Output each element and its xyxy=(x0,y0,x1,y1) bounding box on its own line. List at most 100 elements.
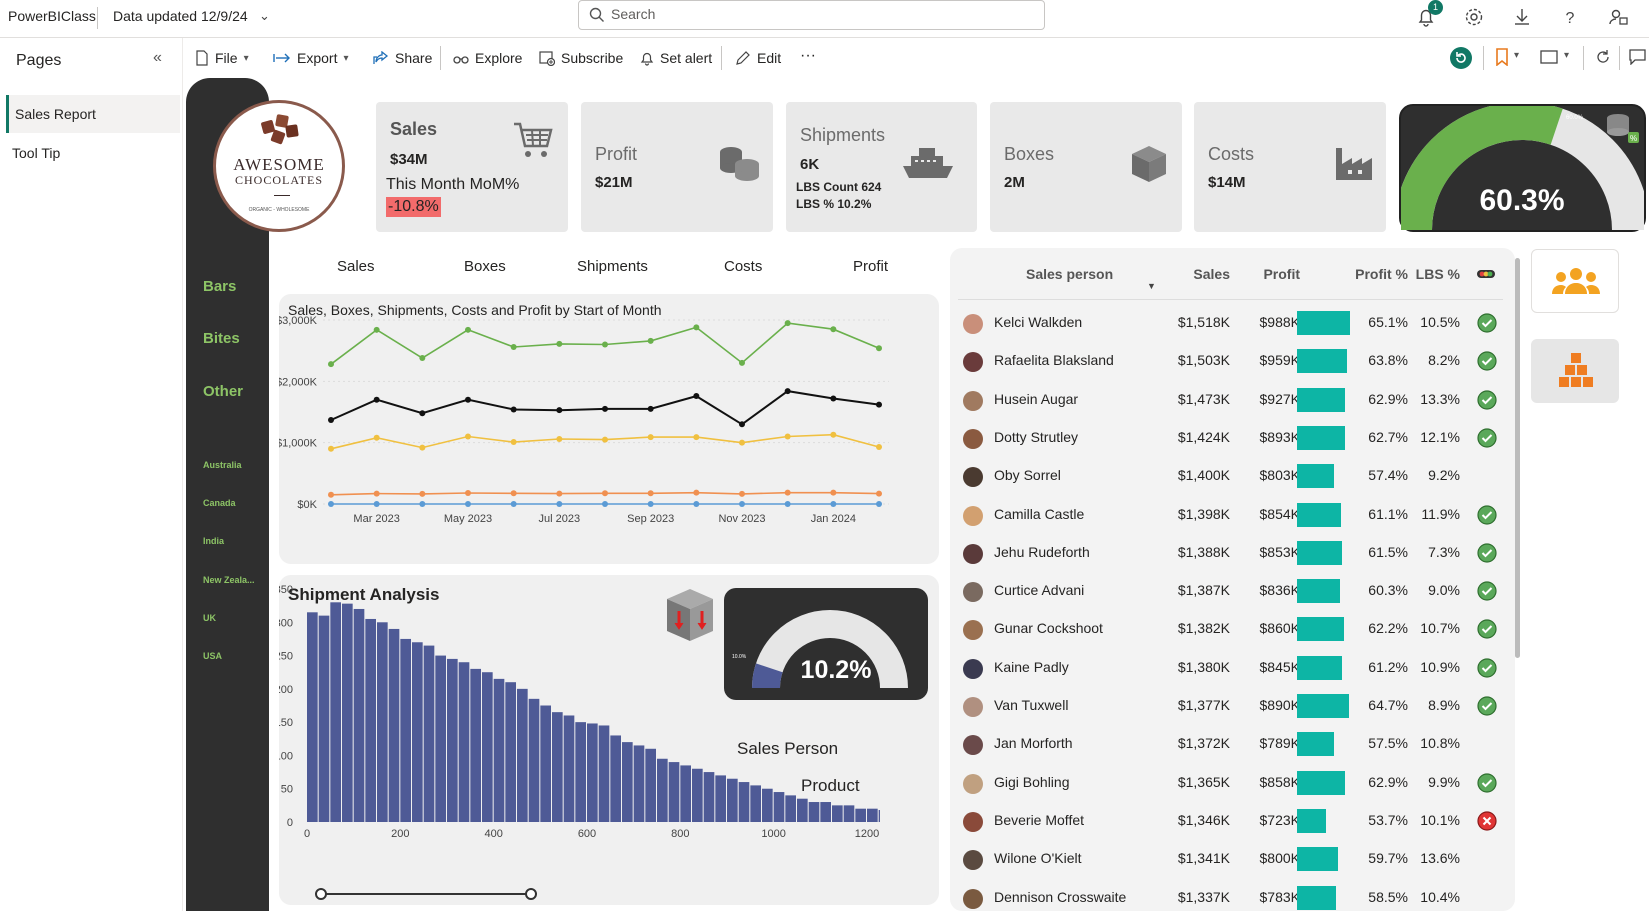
range-slider-handle-left[interactable] xyxy=(315,888,327,900)
data-point[interactable] xyxy=(876,501,882,507)
nav-link-other[interactable]: Other xyxy=(203,383,243,400)
histogram-bar[interactable] xyxy=(773,792,785,822)
data-point[interactable] xyxy=(784,433,791,440)
data-point[interactable] xyxy=(419,444,426,451)
histogram-bar[interactable] xyxy=(318,615,330,822)
page-item-sales-report[interactable]: Sales Report xyxy=(6,95,180,133)
kpi-card-sales[interactable]: Sales $34M This Month MoM% -10.8% xyxy=(376,102,568,232)
file-menu[interactable]: File ▾ xyxy=(195,50,249,66)
kpi-card-boxes[interactable]: Boxes 2M xyxy=(990,102,1182,232)
histogram-bar[interactable] xyxy=(307,612,318,822)
histogram-bar[interactable] xyxy=(633,745,645,822)
sales-person-view-button[interactable] xyxy=(1531,249,1619,313)
nav-country-new-zealand[interactable]: New Zeala... xyxy=(203,575,255,585)
data-point[interactable] xyxy=(876,490,882,497)
data-point[interactable] xyxy=(784,489,791,496)
histogram-bar[interactable] xyxy=(330,602,341,822)
tab-shipments[interactable]: Shipments xyxy=(577,258,648,275)
column-header-sales[interactable]: Sales xyxy=(1138,266,1230,282)
range-slider-handle-right[interactable] xyxy=(525,888,537,900)
histogram-bar[interactable] xyxy=(540,705,551,823)
data-point[interactable] xyxy=(419,410,426,417)
data-point[interactable] xyxy=(876,401,882,408)
data-point[interactable] xyxy=(510,343,517,350)
shipment-analysis-panel[interactable]: Shipment Analysis 0501001502002503003500… xyxy=(279,575,939,905)
histogram-bar[interactable] xyxy=(365,618,376,822)
column-header-profit-pct[interactable]: Profit % xyxy=(1330,266,1408,282)
data-point[interactable] xyxy=(602,501,608,507)
histogram-bar[interactable] xyxy=(587,723,598,822)
subscribe-button[interactable]: Subscribe xyxy=(539,50,623,66)
data-point[interactable] xyxy=(419,490,426,497)
table-row[interactable]: Jehu Rudeforth $1,388K $853K 61.5% 7.3% xyxy=(950,533,1515,571)
explore-button[interactable]: Explore xyxy=(453,50,522,66)
data-point[interactable] xyxy=(647,490,654,497)
histogram-bar[interactable] xyxy=(610,735,621,822)
data-point[interactable] xyxy=(830,431,837,438)
data-point[interactable] xyxy=(465,489,471,496)
histogram-bar[interactable] xyxy=(412,642,423,822)
sales-person-label[interactable]: Sales Person xyxy=(737,739,838,759)
data-point[interactable] xyxy=(465,326,471,333)
data-point[interactable] xyxy=(465,433,471,440)
data-point[interactable] xyxy=(556,490,563,497)
histogram-bar[interactable] xyxy=(342,603,353,822)
app-name[interactable]: PowerBIClass xyxy=(8,8,96,24)
table-row[interactable]: Kelci Walkden $1,518K $988K 65.1% 10.5% xyxy=(950,303,1515,341)
tab-profit[interactable]: Profit xyxy=(853,258,888,275)
table-scrollbar[interactable] xyxy=(1515,258,1520,658)
kpi-card-profit[interactable]: Profit $21M xyxy=(581,102,773,232)
table-row[interactable]: Beverie Moffet $1,346K $723K 53.7% 10.1% xyxy=(950,801,1515,839)
histogram-bar[interactable] xyxy=(598,725,610,822)
chevron-down-icon[interactable]: ⌄ xyxy=(259,8,270,24)
histogram-bar[interactable] xyxy=(785,795,796,822)
page-item-tool-tip[interactable]: Tool Tip xyxy=(6,134,180,172)
table-row[interactable]: Dennison Crosswaite $1,337K $783K 58.5% 10.4… xyxy=(950,878,1515,911)
data-point[interactable] xyxy=(830,395,837,402)
histogram-bar[interactable] xyxy=(575,722,586,822)
more-options-button[interactable]: ··· xyxy=(800,47,816,65)
data-point[interactable] xyxy=(373,490,380,497)
data-point[interactable] xyxy=(556,340,563,347)
table-row[interactable]: Rafaelita Blaksland $1,503K $959K 63.8% 8.2% xyxy=(950,341,1515,379)
histogram-bar[interactable] xyxy=(505,682,516,822)
comment-icon[interactable] xyxy=(1629,49,1646,65)
export-menu[interactable]: Export ▾ xyxy=(273,50,349,66)
kpi-card-costs[interactable]: Costs $14M xyxy=(1194,102,1386,232)
table-row[interactable]: Van Tuxwell $1,377K $890K 64.7% 8.9% xyxy=(950,686,1515,724)
range-slider-track[interactable] xyxy=(321,893,531,895)
histogram-bar[interactable] xyxy=(715,775,726,822)
profit-margin-gauge-card[interactable]: 60.0% 60.3% % xyxy=(1394,102,1649,232)
nav-country-india[interactable]: India xyxy=(203,536,224,546)
chevron-down-icon[interactable]: ▾ xyxy=(1564,50,1569,61)
histogram-bar[interactable] xyxy=(738,782,750,822)
bookmark-icon[interactable] xyxy=(1495,48,1509,66)
nav-country-australia[interactable]: Australia xyxy=(203,460,242,470)
column-header-sales-person[interactable]: Sales person xyxy=(1026,266,1113,282)
help-icon[interactable]: ? xyxy=(1558,5,1582,29)
data-point[interactable] xyxy=(556,407,563,414)
data-point[interactable] xyxy=(373,326,380,333)
histogram-bar[interactable] xyxy=(552,712,563,822)
data-point[interactable] xyxy=(830,326,837,333)
histogram-bar[interactable] xyxy=(657,758,668,822)
data-point[interactable] xyxy=(373,434,380,441)
histogram-bar[interactable] xyxy=(762,788,773,822)
histogram-bar[interactable] xyxy=(867,808,878,822)
table-row[interactable]: Gigi Bohling $1,365K $858K 62.9% 9.9% xyxy=(950,763,1515,801)
data-point[interactable] xyxy=(510,490,517,497)
histogram-bar[interactable] xyxy=(692,768,703,822)
data-point[interactable] xyxy=(830,501,837,507)
nav-country-canada[interactable]: Canada xyxy=(203,498,236,508)
nav-country-uk[interactable]: UK xyxy=(203,613,216,623)
data-point[interactable] xyxy=(693,434,700,441)
chevron-down-icon[interactable]: ▾ xyxy=(1514,50,1519,61)
data-point[interactable] xyxy=(647,501,654,507)
table-row[interactable]: Oby Sorrel $1,400K $803K 57.4% 9.2% xyxy=(950,456,1515,494)
data-point[interactable] xyxy=(830,489,837,496)
nav-link-bars[interactable]: Bars xyxy=(203,278,236,295)
histogram-bar[interactable] xyxy=(400,638,411,822)
data-point[interactable] xyxy=(328,361,334,368)
kpi-card-shipments[interactable]: Shipments 6K LBS Count 624 LBS % 10.2% xyxy=(786,102,977,232)
data-point[interactable] xyxy=(373,396,380,403)
